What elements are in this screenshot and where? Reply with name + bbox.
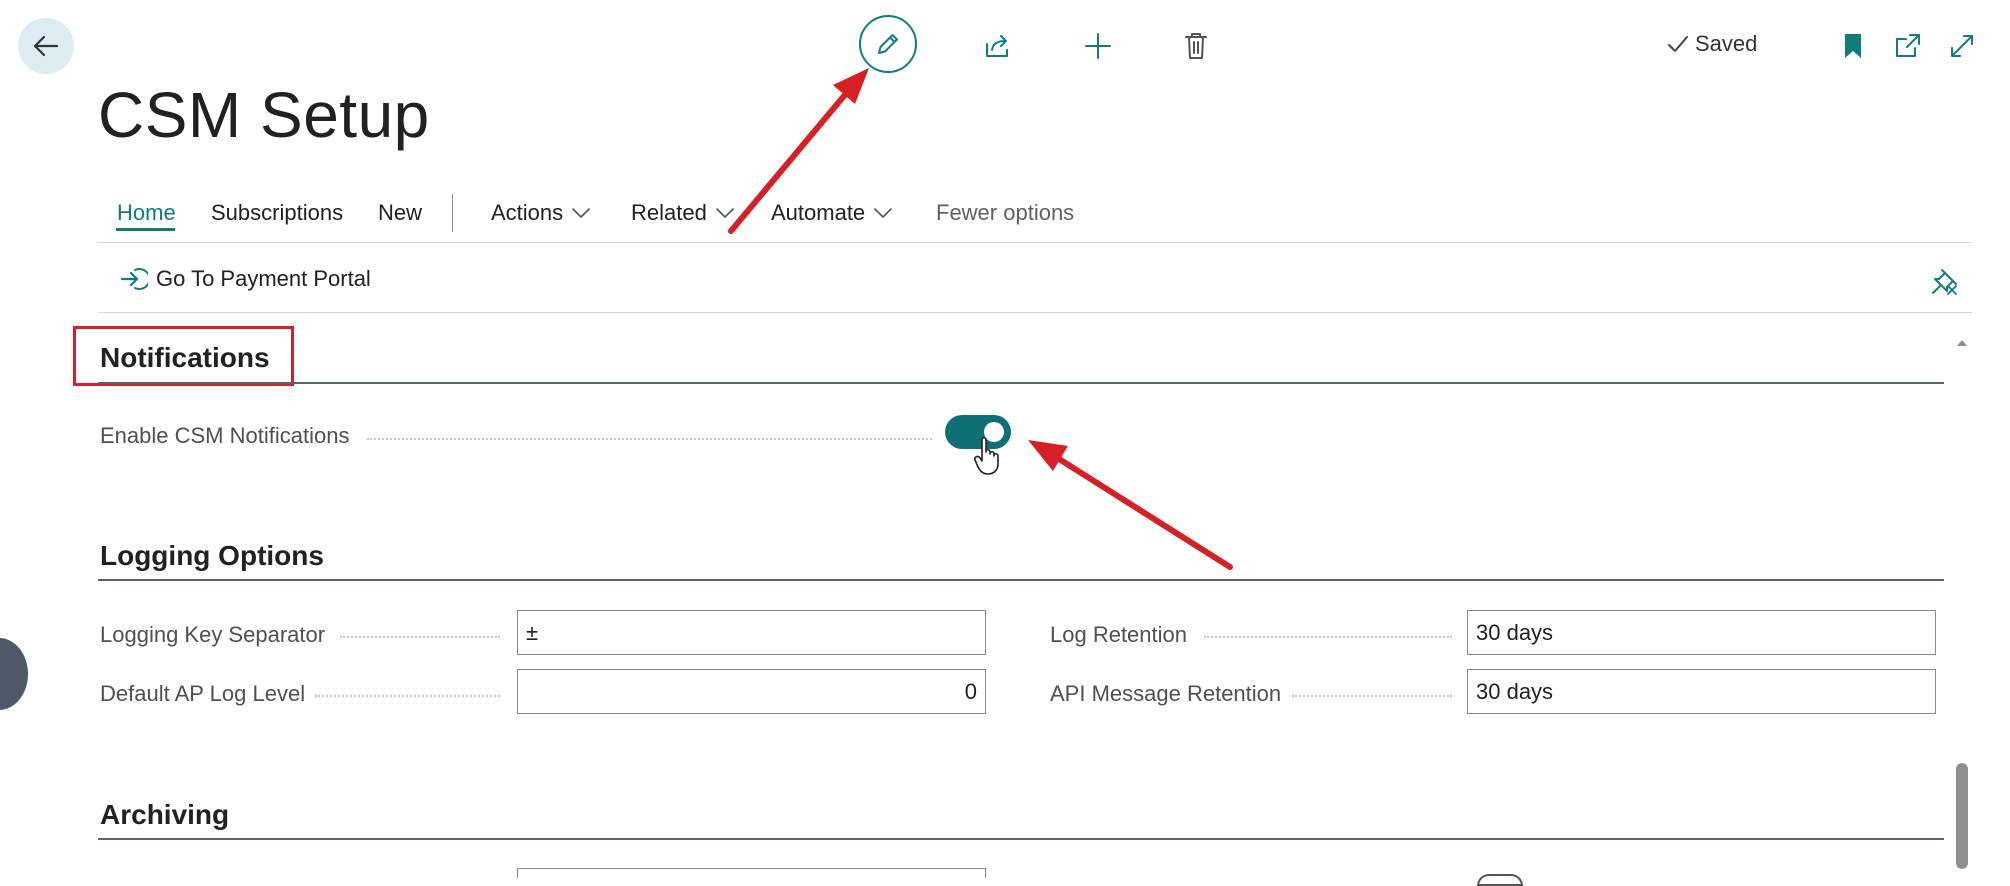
tab-new[interactable]: New [378,200,422,226]
chevron-down-icon [874,208,892,218]
nav-divider [452,194,453,232]
go-to-payment-portal-label: Go To Payment Portal [156,266,371,291]
nav-separator [98,242,1972,243]
share-icon [986,35,1008,57]
enable-csm-notifications-label: Enable CSM Notifications [100,423,350,448]
section-title-archiving: Archiving [100,799,230,830]
logging-key-separator-value: ± [526,619,539,645]
tab-new-label: New [378,200,423,225]
log-retention-input[interactable]: 30 days [1467,610,1936,655]
unpin-action-bar-button[interactable] [1930,266,1960,301]
default-ap-log-level-label: Default AP Log Level [100,681,306,706]
archiving-field-input[interactable] [517,868,986,878]
checkmark-icon [1668,36,1688,52]
tab-subscriptions[interactable]: Subscriptions [211,200,343,226]
menu-actions[interactable]: Actions [491,200,591,226]
api-message-retention-label: API Message Retention [1050,681,1282,706]
menu-related-label: Related [631,200,707,225]
tab-subscriptions-label: Subscriptions [211,200,344,225]
delete-button[interactable] [1176,28,1216,64]
fewer-options-link[interactable]: Fewer options [936,200,1074,226]
api-message-retention-value: 30 days [1476,678,1554,704]
default-ap-log-level-input[interactable]: 0 [517,669,986,714]
back-button[interactable] [18,18,74,74]
field-leader-dots [340,636,500,638]
edit-button[interactable] [859,15,917,73]
unpin-icon [1932,269,1957,295]
api-message-retention-input[interactable]: 30 days [1467,669,1936,714]
saved-status: Saved [1667,31,1757,57]
archiving-toggle[interactable] [1477,874,1523,886]
annotation-highlight-box [73,326,294,386]
logging-key-separator-input[interactable]: ± [517,610,986,655]
action-bar-separator [98,312,1972,313]
tab-home-label: Home [117,200,176,225]
expand-icon [1951,35,1973,57]
expand-button[interactable] [1944,28,1980,64]
hand-cursor-icon [974,436,999,475]
field-leader-dots [367,438,932,440]
tab-home[interactable]: Home [117,200,176,226]
menu-actions-label: Actions [491,200,564,225]
log-retention-value: 30 days [1476,619,1554,645]
menu-automate-label: Automate [771,200,866,225]
trash-icon [1185,33,1207,59]
field-leader-dots [315,695,500,697]
new-record-button[interactable] [1078,28,1118,64]
section-rule-logging [98,579,1944,581]
scroll-up-arrow-icon [1957,340,1967,346]
sign-in-arrow-icon [120,268,148,290]
chevron-down-icon [572,208,590,218]
active-tab-indicator [116,228,175,231]
chevron-down-icon [716,208,734,218]
field-leader-dots [1204,636,1452,638]
page-title: CSM Setup [98,79,430,151]
pencil-icon [878,34,898,54]
field-leader-dots [1292,695,1452,697]
bookmark-icon [1845,34,1861,58]
arrow-left-icon [33,35,59,57]
menu-related[interactable]: Related [631,200,735,226]
menu-automate[interactable]: Automate [771,200,893,226]
go-to-payment-portal-button[interactable]: Go To Payment Portal [120,266,371,292]
saved-label: Saved [1695,31,1758,56]
side-panel-handle[interactable] [0,638,28,710]
annotation-arrow-to-toggle [1028,440,1233,570]
scrollbar-thumb[interactable] [1956,763,1968,869]
section-rule-notifications [98,382,1944,384]
section-rule-archiving [98,838,1944,840]
section-title-logging-options: Logging Options [100,540,324,571]
open-new-window-button[interactable] [1890,28,1926,64]
bookmark-button[interactable] [1838,28,1868,64]
log-retention-label: Log Retention [1050,622,1187,647]
share-button[interactable] [978,28,1018,64]
plus-icon [1085,33,1111,59]
default-ap-log-level-value: 0 [964,678,977,704]
fewer-options-label: Fewer options [936,200,1075,225]
logging-key-separator-label: Logging Key Separator [100,622,326,647]
open-in-new-window-icon [1896,34,1920,57]
